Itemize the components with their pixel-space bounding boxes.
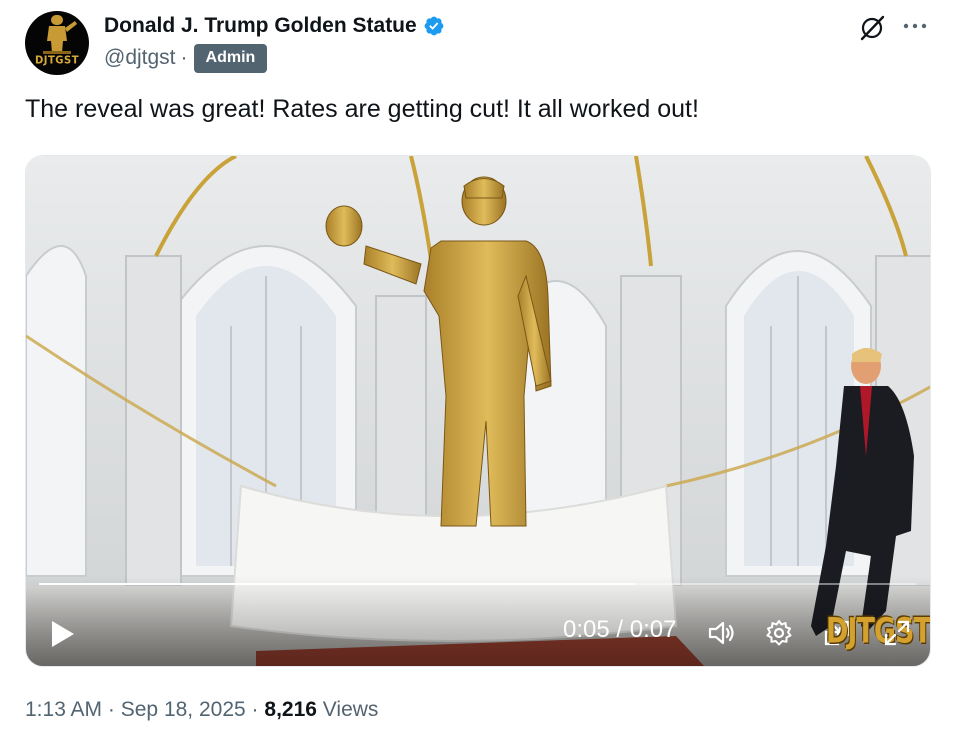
video-controls-overlay xyxy=(26,576,930,666)
verified-badge-icon[interactable] xyxy=(423,15,445,37)
handle-separator: · xyxy=(180,46,188,69)
meta-separator: · xyxy=(107,698,115,721)
volume-icon[interactable] xyxy=(706,618,736,648)
tweet-date[interactable]: Sep 18, 2025 xyxy=(121,698,246,721)
meta-separator: · xyxy=(251,698,259,721)
admin-badge[interactable]: Admin xyxy=(193,43,268,73)
play-icon[interactable] xyxy=(50,620,76,648)
author-handle-row: @djtgst · Admin xyxy=(104,43,268,73)
views-label[interactable]: Views xyxy=(323,698,379,721)
avatar[interactable]: DJTGST xyxy=(25,11,89,75)
fullscreen-icon[interactable] xyxy=(882,618,912,648)
video-progress-fill xyxy=(39,583,636,585)
more-icon[interactable] xyxy=(902,16,928,36)
video-scrubber[interactable] xyxy=(39,583,916,585)
views-count[interactable]: 8,216 xyxy=(264,698,317,721)
video-watermark: DJTGST xyxy=(826,611,931,652)
avatar-text: DJTGST xyxy=(34,54,80,67)
tweet-text: The reveal was great! Rates are getting … xyxy=(25,95,699,123)
tweet-time[interactable]: 1:13 AM xyxy=(25,698,102,721)
tweet-meta: 1:13 AM · Sep 18, 2025 · 8,216 Views xyxy=(25,698,378,722)
video-player[interactable]: 0:05 / 0:07 DJTGST xyxy=(25,155,931,667)
author-name-row: Donald J. Trump Golden Statue xyxy=(104,12,445,40)
grok-icon[interactable] xyxy=(858,14,886,42)
video-time: 0:05 / 0:07 xyxy=(563,616,677,643)
display-name[interactable]: Donald J. Trump Golden Statue xyxy=(104,14,417,38)
settings-icon[interactable] xyxy=(764,618,794,648)
handle[interactable]: @djtgst xyxy=(104,46,176,70)
